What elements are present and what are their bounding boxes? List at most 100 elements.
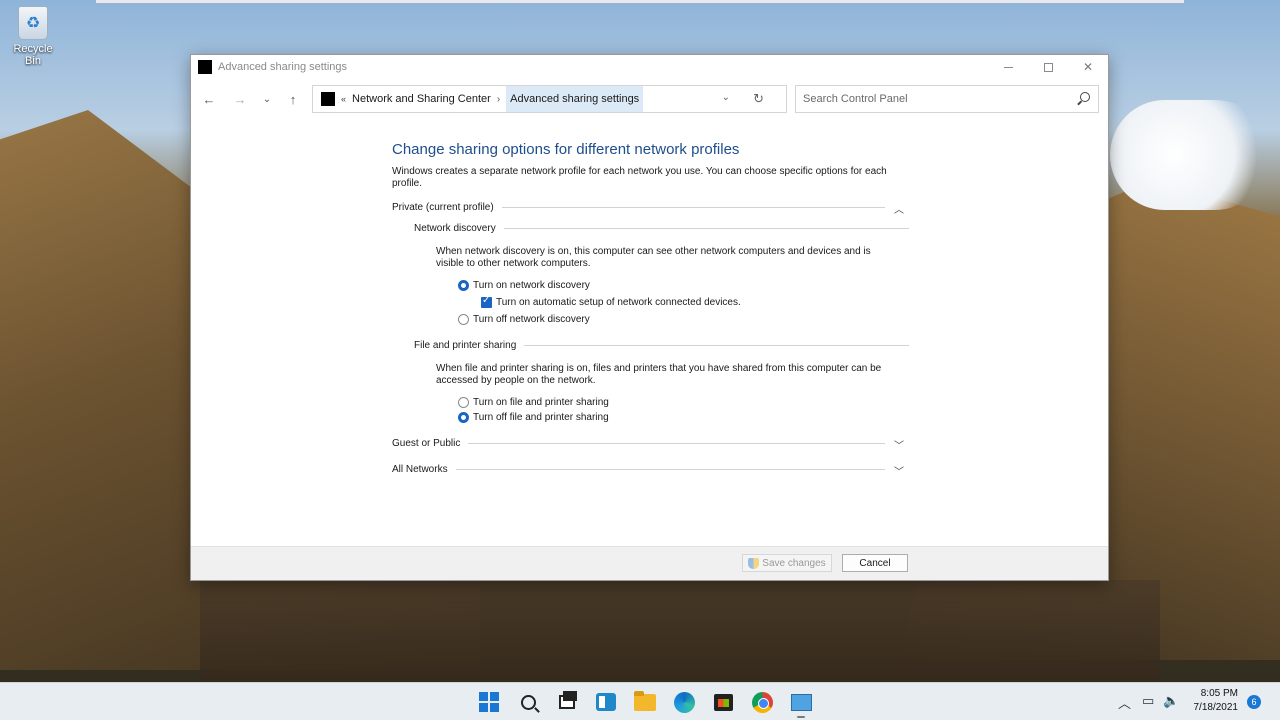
network-icon[interactable]: ▭ [1142, 693, 1154, 709]
recycle-bin-label: Recycle Bin [13, 43, 53, 67]
address-bar[interactable]: « Network and Sharing Center › Advanced … [312, 85, 787, 113]
clock-date: 7/18/2021 [1193, 702, 1239, 713]
recent-locations-button[interactable]: ⌄ [257, 89, 277, 109]
divider [503, 228, 909, 229]
maximize-button[interactable] [1028, 55, 1068, 79]
wallpaper-cloud [1110, 100, 1270, 210]
close-button[interactable]: ✕ [1068, 55, 1108, 79]
title-bar[interactable]: Advanced sharing settings ✕ [191, 55, 1108, 79]
clock-time: 8:05 PM [1200, 688, 1238, 699]
section-private[interactable]: Private (current profile) ︿ [392, 201, 907, 216]
checkbox-auto-setup[interactable]: Turn on automatic setup of network conne… [481, 295, 912, 309]
address-overflow-icon[interactable]: « [341, 94, 346, 104]
start-button[interactable] [477, 690, 501, 714]
control-panel-location-icon [321, 92, 335, 106]
task-view-icon [559, 691, 577, 709]
file-explorer-icon [634, 690, 656, 711]
option-label[interactable]: Turn on automatic setup of network conne… [496, 297, 741, 308]
forward-button[interactable]: → [230, 89, 250, 109]
desktop-icon-recycle-bin[interactable]: Recycle Bin [4, 6, 62, 67]
notification-badge[interactable]: 6 [1247, 695, 1261, 709]
shield-icon [748, 557, 760, 569]
task-view-button[interactable] [555, 690, 579, 714]
radio-unselected-icon[interactable] [458, 397, 469, 408]
checkbox-checked-icon[interactable] [481, 295, 492, 308]
back-arrow-icon: ← [202, 91, 216, 107]
widgets-button[interactable] [594, 690, 618, 714]
radio-selected-icon[interactable] [458, 280, 469, 291]
page-title: Change sharing options for different net… [392, 141, 740, 158]
divider [455, 469, 885, 470]
radio-network-discovery-on[interactable]: Turn on network discovery [458, 279, 912, 292]
section-all-networks[interactable]: All Networks ﹀ [392, 463, 907, 478]
breadcrumb-advanced-sharing[interactable]: Advanced sharing settings [506, 86, 644, 112]
search-box[interactable]: Search Control Panel [795, 85, 1099, 113]
network-discovery-label: Network discovery [414, 223, 496, 234]
option-label[interactable]: Turn off file and printer sharing [473, 412, 609, 423]
option-label[interactable]: Turn on network discovery [473, 280, 590, 291]
search-placeholder[interactable]: Search Control Panel [803, 93, 908, 105]
store-icon [713, 693, 733, 711]
edge-button[interactable] [672, 690, 696, 714]
maximize-icon [1043, 62, 1053, 72]
address-dropdown-icon[interactable]: ⌄ [722, 92, 730, 103]
volume-icon[interactable]: 🔈 [1163, 693, 1179, 709]
chrome-button[interactable] [750, 690, 774, 714]
navigation-bar: ← → ⌄ ↑ « Network and Sharing Center › A… [191, 79, 1108, 119]
page-intro: Windows creates a separate network profi… [392, 166, 887, 189]
save-changes-label: Save changes [762, 557, 826, 569]
app-icon [198, 60, 212, 74]
advanced-sharing-window: Advanced sharing settings ✕ ← → ⌄ ↑ « Ne… [190, 54, 1109, 581]
divider [501, 207, 885, 208]
chevron-down-icon[interactable]: ﹀ [894, 437, 904, 452]
file-printer-sharing-label: File and printer sharing [414, 340, 517, 351]
settings-content: Change sharing options for different net… [392, 141, 912, 478]
clock[interactable]: 8:05 PM 7/18/2021 [1194, 687, 1239, 715]
edge-icon [673, 691, 695, 713]
section-private-label[interactable]: Private (current profile) [392, 202, 494, 213]
widgets-icon [596, 693, 616, 711]
refresh-icon[interactable]: ↻ [753, 91, 764, 107]
taskbar-search-button[interactable] [516, 690, 540, 714]
window-footer: Save changes Cancel [191, 546, 1108, 580]
chevron-down-icon[interactable]: ﹀ [894, 463, 904, 478]
option-label[interactable]: Turn off network discovery [473, 314, 590, 325]
file-explorer-button[interactable] [633, 690, 657, 714]
control-panel-button[interactable] [789, 690, 813, 714]
radio-file-sharing-on[interactable]: Turn on file and printer sharing [458, 396, 912, 409]
search-icon[interactable] [1080, 92, 1090, 102]
cancel-button[interactable]: Cancel [842, 554, 908, 572]
option-label[interactable]: Turn on file and printer sharing [473, 397, 609, 408]
file-printer-sharing-description: When file and printer sharing is on, fil… [436, 363, 882, 386]
breadcrumb-network-sharing-center[interactable]: Network and Sharing Center [352, 93, 491, 105]
network-discovery-description: When network discovery is on, this compu… [436, 246, 871, 269]
chevron-up-icon[interactable]: ︿ [894, 201, 904, 216]
radio-selected-icon[interactable] [458, 412, 469, 423]
up-arrow-icon: ↑ [289, 91, 297, 107]
radio-file-sharing-off[interactable]: Turn off file and printer sharing [458, 411, 912, 424]
close-icon: ✕ [1082, 60, 1094, 74]
divider [524, 345, 909, 346]
wallpaper-sky-strip [96, 0, 1184, 3]
radio-network-discovery-off[interactable]: Turn off network discovery [458, 313, 912, 326]
window-title: Advanced sharing settings [218, 61, 348, 73]
store-button[interactable] [711, 690, 735, 714]
section-guest-public-label[interactable]: Guest or Public [392, 438, 460, 449]
back-button[interactable]: ← [199, 89, 219, 109]
minimize-icon [1003, 66, 1013, 68]
section-guest-public[interactable]: Guest or Public ﹀ [392, 437, 907, 452]
breadcrumb-separator-icon[interactable]: › [497, 94, 500, 105]
search-icon [520, 694, 536, 710]
subsection-file-printer-sharing: File and printer sharing [414, 340, 909, 351]
section-all-networks-label[interactable]: All Networks [392, 464, 448, 475]
forward-arrow-icon: → [233, 91, 247, 107]
tray-overflow-icon[interactable]: ︿ [1118, 693, 1131, 712]
minimize-button[interactable] [988, 55, 1028, 79]
chevron-down-icon: ⌄ [262, 93, 272, 105]
save-changes-button[interactable]: Save changes [742, 554, 832, 572]
recycle-bin-icon [18, 6, 48, 40]
radio-unselected-icon[interactable] [458, 314, 469, 325]
subsection-network-discovery: Network discovery [414, 223, 909, 234]
start-icon [479, 692, 499, 712]
up-button[interactable]: ↑ [283, 89, 303, 109]
